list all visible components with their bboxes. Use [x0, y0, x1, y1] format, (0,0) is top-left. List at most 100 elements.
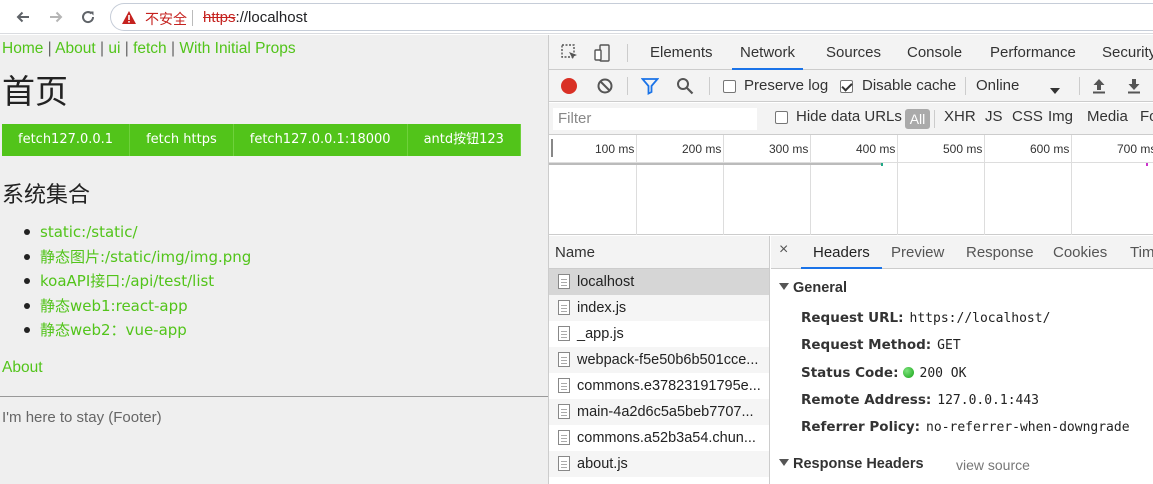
clear-icon[interactable] — [595, 76, 615, 96]
record-icon[interactable] — [559, 76, 579, 96]
disable-cache-checkbox[interactable] — [840, 80, 853, 93]
request-row[interactable]: webpack-f5e50b6b501cce... — [549, 347, 769, 373]
filter-input[interactable]: Filter — [553, 108, 757, 130]
search-icon[interactable] — [675, 76, 695, 96]
view-source-link[interactable]: view source — [956, 457, 1030, 473]
tab-performance[interactable]: Performance — [990, 35, 1076, 70]
import-har-icon[interactable] — [1089, 76, 1109, 96]
response-headers-title: Response Headers — [793, 456, 924, 472]
nav-link-about[interactable]: About — [55, 40, 96, 57]
type-filter-all[interactable]: All — [905, 109, 930, 129]
throttling-select[interactable]: Online — [976, 77, 1019, 94]
hide-data-urls-checkbox[interactable] — [775, 111, 788, 124]
tab-security[interactable]: Security — [1102, 35, 1153, 70]
timeline-tick-label: 100 ms — [595, 142, 635, 156]
link-static[interactable]: static:/static/ — [24, 220, 251, 245]
address-separator — [192, 10, 193, 26]
status-ok-icon — [902, 367, 914, 378]
file-icon — [558, 378, 570, 393]
url-text[interactable]: https://localhost — [203, 9, 307, 26]
triangle-down-icon — [779, 283, 789, 290]
type-filter-font[interactable]: Fo — [1140, 108, 1153, 125]
tab-console[interactable]: Console — [907, 35, 962, 70]
fetch-https-button[interactable]: fetch https — [130, 124, 234, 156]
timeline-gridline — [1071, 135, 1072, 235]
back-arrow-icon[interactable] — [12, 6, 34, 28]
timeline-tick-label: 400 ms — [856, 142, 896, 156]
request-row[interactable]: localhost — [549, 269, 769, 295]
preserve-log-label: Preserve log — [744, 77, 829, 94]
forward-arrow-icon[interactable] — [45, 6, 67, 28]
link-static-image[interactable]: 静态图片:/static/img/img.png — [24, 245, 251, 270]
link-vue-app[interactable]: 静态web2：vue-app — [24, 318, 251, 343]
timeline-dom-marker — [881, 163, 883, 166]
tab-elements[interactable]: Elements — [650, 35, 713, 70]
antd-button[interactable]: antd按钮123 — [407, 124, 521, 156]
nav-link-ui[interactable]: ui — [108, 40, 120, 57]
url-scheme: https — [203, 9, 236, 26]
header-key: Referrer Policy: — [801, 419, 921, 435]
tab-preview[interactable]: Preview — [891, 236, 944, 269]
fetch-port-18000-button[interactable]: fetch127.0.0.1:18000 — [233, 124, 408, 156]
request-name: commons.a52b3a54.chun... — [577, 430, 756, 446]
network-timeline[interactable]: 100 ms 200 ms 300 ms 400 ms 500 ms 600 m… — [549, 135, 1153, 235]
request-row[interactable]: index.js — [549, 295, 769, 321]
type-filter-xhr[interactable]: XHR — [944, 108, 976, 125]
device-toolbar-icon[interactable] — [593, 43, 613, 63]
filter-funnel-icon[interactable] — [640, 76, 660, 96]
tab-network[interactable]: Network — [731, 35, 804, 70]
devtools-panel: Elements Network Sources Console Perform… — [548, 35, 1153, 484]
tab-headers[interactable]: Headers — [801, 236, 882, 269]
nav-link-initial-props[interactable]: With Initial Props — [179, 40, 295, 57]
type-filter-js[interactable]: JS — [985, 108, 1003, 125]
request-name: index.js — [577, 300, 627, 316]
request-row[interactable]: about.js — [549, 451, 769, 477]
request-row[interactable]: commons.a52b3a54.chun... — [549, 425, 769, 451]
url-host: ://localhost — [235, 9, 308, 26]
hide-data-urls-label: Hide data URLs — [796, 108, 902, 125]
tab-response[interactable]: Response — [966, 236, 1034, 269]
disable-cache-label: Disable cache — [862, 77, 957, 94]
request-detail-pane: × Headers Preview Response Cookies Tim G… — [771, 236, 1153, 484]
type-filter-css[interactable]: CSS — [1012, 108, 1043, 125]
preserve-log-checkbox[interactable] — [723, 80, 736, 93]
toolbar-separator — [627, 44, 628, 62]
toolbar-separator — [627, 77, 628, 95]
tab-sources[interactable]: Sources — [826, 35, 881, 70]
tab-cookies[interactable]: Cookies — [1053, 236, 1107, 269]
toolbar-separator — [709, 77, 710, 95]
tab-timing[interactable]: Tim — [1130, 236, 1153, 269]
export-har-icon[interactable] — [1124, 76, 1144, 96]
general-section-title: General — [793, 280, 847, 296]
system-link-list: static:/static/ 静态图片:/static/img/img.png… — [24, 220, 251, 343]
toolbar-separator — [965, 77, 966, 95]
timeline-load-marker — [1146, 163, 1148, 166]
inspect-element-icon[interactable] — [560, 43, 580, 63]
nav-link-home[interactable]: Home — [2, 40, 43, 57]
reload-icon[interactable] — [77, 6, 99, 28]
link-react-app[interactable]: 静态web1:react-app — [24, 294, 251, 319]
footer-text: I'm here to stay (Footer) — [2, 409, 162, 426]
link-koa-api[interactable]: koaAPI接口:/api/test/list — [24, 269, 251, 294]
request-row[interactable]: commons.e37823191795e... — [549, 373, 769, 399]
address-bar[interactable]: 不安全 https://localhost — [110, 3, 1153, 31]
type-filter-img[interactable]: Img — [1048, 108, 1073, 125]
request-name: about.js — [577, 456, 628, 472]
request-row[interactable]: main-4a2d6c5a5beb7707... — [549, 399, 769, 425]
header-row: Request URL: https://localhost/ — [801, 310, 1050, 326]
nav-link-fetch[interactable]: fetch — [133, 40, 167, 57]
not-secure-label[interactable]: 不安全 — [145, 9, 187, 29]
chevron-down-icon[interactable] — [1050, 82, 1060, 98]
response-headers-toggle[interactable]: Response Headers — [779, 456, 924, 472]
header-value: https://localhost/ — [909, 311, 1051, 326]
request-row[interactable]: _app.js — [549, 321, 769, 347]
about-link[interactable]: About — [2, 359, 43, 377]
name-column-header[interactable]: Name — [549, 236, 769, 269]
type-filter-media[interactable]: Media — [1087, 108, 1128, 125]
timeline-gridline — [723, 135, 724, 235]
divider — [0, 396, 548, 397]
close-icon[interactable]: × — [779, 241, 788, 259]
general-section-toggle[interactable]: General — [779, 280, 847, 296]
fetch-localhost-button[interactable]: fetch127.0.0.1 — [2, 124, 131, 156]
devtools-tab-bar: Elements Network Sources Console Perform… — [549, 35, 1153, 70]
